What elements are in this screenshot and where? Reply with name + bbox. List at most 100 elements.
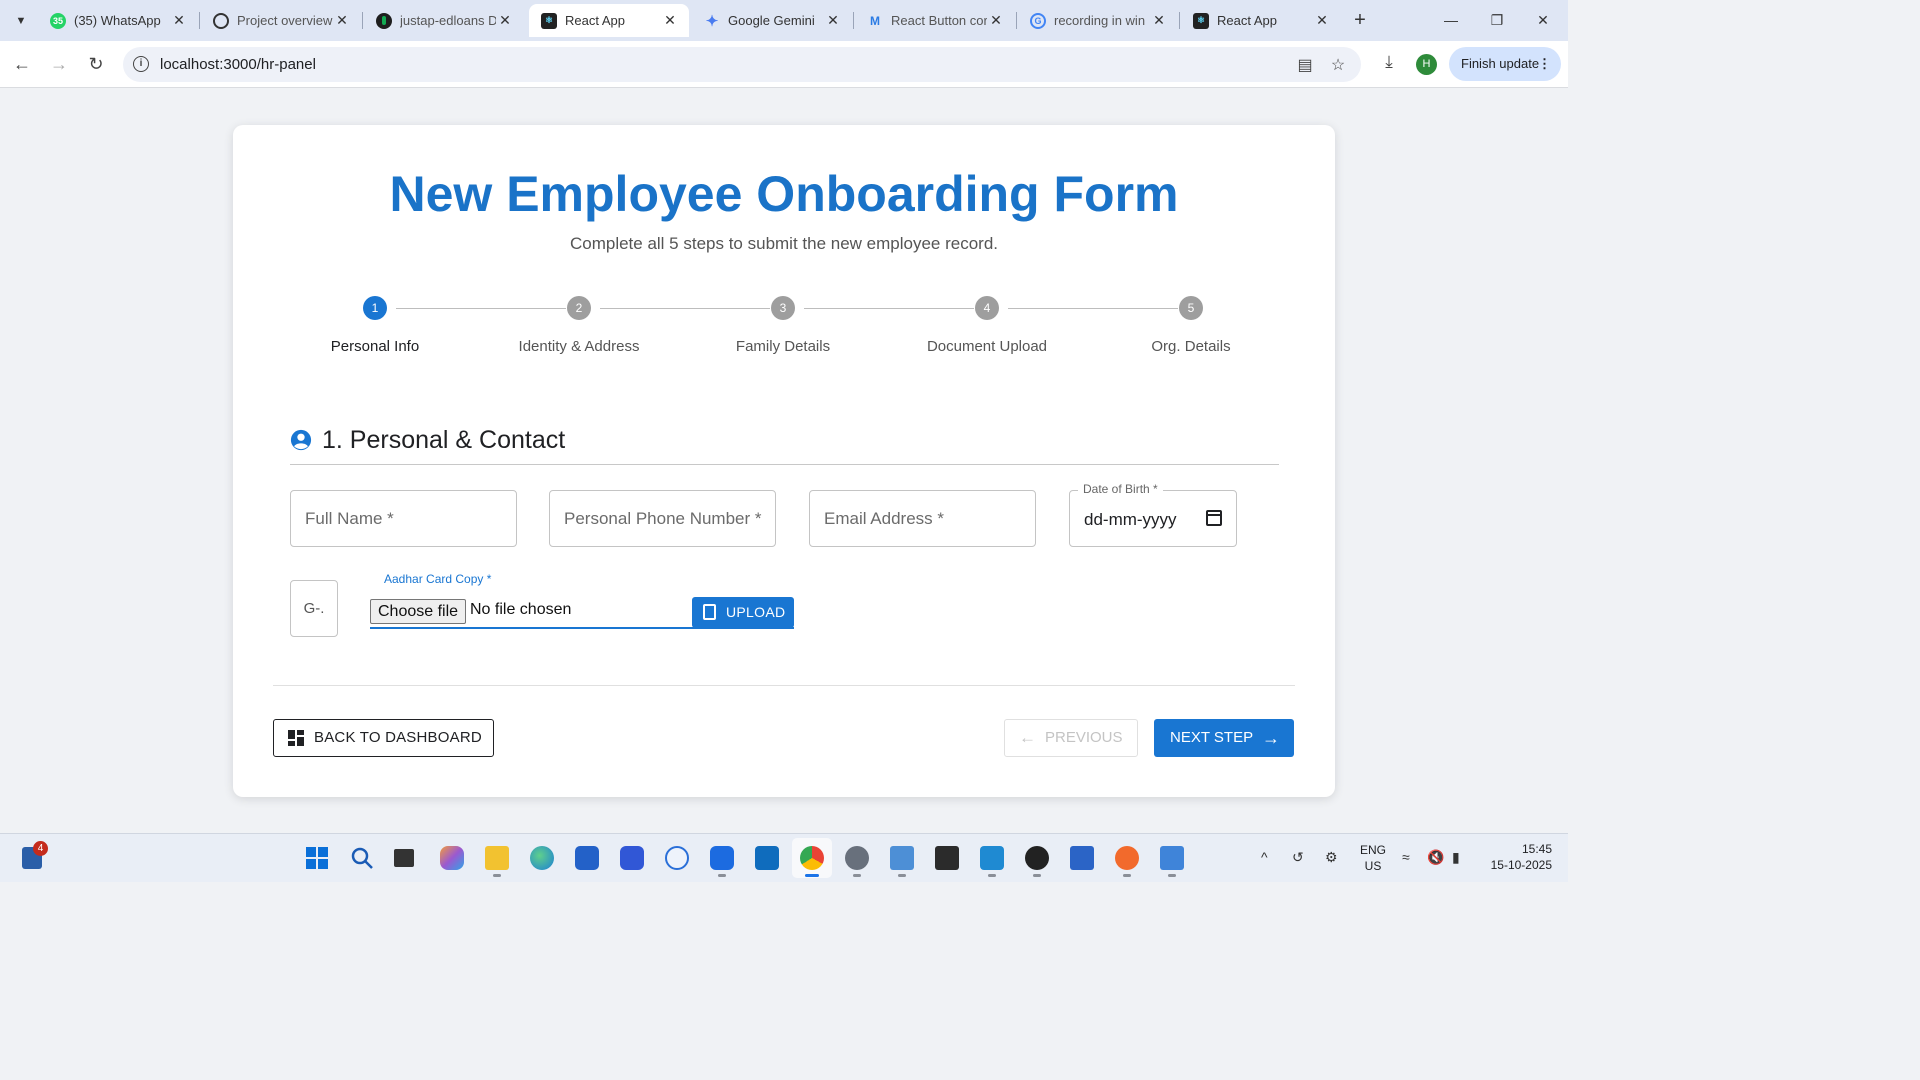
back-arrow-icon[interactable]: ← bbox=[9, 51, 35, 77]
new-tab-plus-icon[interactable]: + bbox=[1348, 8, 1372, 32]
outlook-icon[interactable] bbox=[755, 846, 779, 870]
close-icon[interactable]: ✕ bbox=[170, 12, 188, 29]
install-app-icon[interactable]: ▤ bbox=[1295, 55, 1315, 75]
full-name-placeholder: Full Name * bbox=[305, 509, 394, 528]
arrow-left-icon: ← bbox=[1019, 728, 1036, 747]
start-menu-icon[interactable] bbox=[305, 846, 329, 870]
task-view-icon[interactable] bbox=[394, 849, 414, 867]
upload-button[interactable]: UPLOAD bbox=[692, 597, 794, 628]
vscode-icon[interactable] bbox=[980, 846, 1004, 877]
next-step-button[interactable]: NEXT STEP → bbox=[1154, 719, 1294, 757]
close-icon[interactable]: ✕ bbox=[333, 12, 351, 29]
close-icon[interactable]: ✕ bbox=[987, 12, 1005, 29]
section-title: 1. Personal & Contact bbox=[322, 425, 566, 454]
store-icon[interactable] bbox=[575, 846, 599, 870]
notification-badge: 4 bbox=[33, 841, 48, 856]
file-explorer-icon[interactable] bbox=[485, 846, 509, 877]
edge-icon[interactable] bbox=[530, 846, 554, 870]
tab-whatsapp[interactable]: 35 (35) WhatsApp ✕ bbox=[38, 4, 198, 37]
onboarding-card: New Employee Onboarding Form Complete al… bbox=[233, 125, 1335, 797]
tab-title: Project overview bbox=[237, 13, 333, 28]
date-of-birth-field[interactable]: Date of Birth * dd-mm-yyyy bbox=[1069, 482, 1237, 547]
email-placeholder: Email Address * bbox=[824, 509, 944, 528]
tab-project-overview[interactable]: Project overview ✕ bbox=[201, 4, 361, 37]
vpn-tray-icon[interactable]: ⚙ bbox=[1325, 849, 1338, 866]
close-icon[interactable]: ✕ bbox=[1313, 12, 1331, 29]
remote-desktop-icon[interactable] bbox=[890, 846, 914, 877]
back-to-dashboard-label: BACK TO DASHBOARD bbox=[314, 729, 482, 746]
tab-search-chevron-icon[interactable]: ▼ bbox=[8, 8, 34, 34]
battery-icon[interactable]: ▮ bbox=[1452, 849, 1460, 866]
previous-label: PREVIOUS bbox=[1045, 729, 1123, 746]
finish-update-button[interactable]: Finish update ⋮ bbox=[1449, 47, 1561, 81]
url-text[interactable]: localhost:3000/hr-panel bbox=[160, 56, 316, 73]
wifi-icon[interactable]: ≈ bbox=[1402, 849, 1410, 865]
region-indicator[interactable]: US bbox=[1356, 859, 1390, 873]
close-icon[interactable]: ✕ bbox=[496, 12, 514, 29]
zoom-icon[interactable] bbox=[710, 846, 734, 877]
tab-react-app-2[interactable]: ⚛ React App ✕ bbox=[1181, 4, 1341, 37]
bookmark-star-icon[interactable]: ☆ bbox=[1328, 55, 1348, 75]
step-4-label: Document Upload bbox=[926, 338, 1048, 355]
postman-icon[interactable] bbox=[1115, 846, 1139, 877]
close-icon[interactable]: ✕ bbox=[661, 12, 679, 29]
page-title: New Employee Onboarding Form bbox=[389, 166, 1179, 222]
step-4-indicator[interactable]: 4 bbox=[975, 296, 999, 320]
tab-react-app-active[interactable]: ⚛ React App ✕ bbox=[529, 4, 689, 37]
copilot-icon[interactable] bbox=[440, 846, 464, 870]
sync-tray-icon[interactable]: ↺ bbox=[1292, 849, 1304, 866]
phone-placeholder: Personal Phone Number * bbox=[564, 509, 762, 528]
volume-muted-icon[interactable]: 🔇 bbox=[1427, 849, 1444, 866]
tab-title: justap-edloans D bbox=[400, 13, 496, 28]
tab-title: (35) WhatsApp bbox=[74, 13, 161, 28]
notepad-icon[interactable] bbox=[1160, 846, 1184, 877]
language-indicator[interactable]: ENG bbox=[1356, 843, 1390, 857]
email-field[interactable]: Email Address * bbox=[809, 490, 1036, 547]
back-to-dashboard-button[interactable]: BACK TO DASHBOARD bbox=[273, 719, 494, 757]
download-icon[interactable]: ⤓ bbox=[1377, 52, 1401, 76]
page-subtitle: Complete all 5 steps to submit the new e… bbox=[569, 234, 999, 253]
step-2-indicator[interactable]: 2 bbox=[567, 296, 591, 320]
search-icon[interactable] bbox=[350, 846, 374, 870]
more-menu-icon[interactable]: ⋮ bbox=[1538, 47, 1551, 81]
tab-justap-edloans[interactable]: justap-edloans D ✕ bbox=[364, 4, 524, 37]
settings-gear-icon[interactable] bbox=[845, 846, 869, 877]
address-bar[interactable]: i localhost:3000/hr-panel ▤ ☆ bbox=[123, 47, 1361, 82]
clock-date[interactable]: 15-10-2025 bbox=[1480, 858, 1552, 872]
site-info-icon[interactable]: i bbox=[133, 56, 149, 72]
key-field[interactable]: G-. bbox=[290, 580, 338, 637]
step-1-indicator[interactable]: 1 bbox=[363, 296, 387, 320]
minimize-icon[interactable]: — bbox=[1428, 6, 1474, 34]
finish-update-label: Finish update bbox=[1461, 56, 1540, 71]
tab-react-button[interactable]: M React Button cor ✕ bbox=[855, 4, 1015, 37]
mongodb-icon bbox=[376, 12, 392, 29]
window-close-icon[interactable]: ✕ bbox=[1520, 6, 1566, 34]
tab-recording[interactable]: G recording in win ✕ bbox=[1018, 4, 1178, 37]
chrome-icon[interactable] bbox=[800, 846, 824, 877]
clock-time[interactable]: 15:45 bbox=[1488, 842, 1552, 856]
forward-arrow-icon[interactable]: → bbox=[46, 51, 72, 77]
choose-file-button[interactable]: Choose file bbox=[370, 599, 467, 624]
sync-app-icon[interactable] bbox=[665, 846, 689, 870]
media-player-icon[interactable] bbox=[1025, 846, 1049, 877]
calendar-icon[interactable] bbox=[1206, 510, 1222, 526]
terminal-icon[interactable] bbox=[935, 846, 959, 870]
close-icon[interactable]: ✕ bbox=[824, 12, 842, 29]
full-name-field[interactable]: Full Name * bbox=[290, 490, 517, 547]
close-icon[interactable]: ✕ bbox=[1150, 12, 1168, 29]
stepper-connector bbox=[396, 308, 566, 309]
discord-icon[interactable] bbox=[620, 846, 644, 870]
phone-field[interactable]: Personal Phone Number * bbox=[549, 490, 776, 547]
step-1-label: Personal Info bbox=[330, 338, 420, 355]
section-divider bbox=[290, 464, 1279, 465]
tab-google-gemini[interactable]: ✦ Google Gemini ✕ bbox=[692, 4, 852, 37]
step-3-indicator[interactable]: 3 bbox=[771, 296, 795, 320]
powershell-icon[interactable] bbox=[1070, 846, 1094, 870]
profile-avatar[interactable]: H bbox=[1416, 54, 1437, 75]
step-5-indicator[interactable]: 5 bbox=[1179, 296, 1203, 320]
restore-icon[interactable]: ❐ bbox=[1474, 6, 1520, 34]
show-hidden-icons-chevron-icon[interactable]: ^ bbox=[1261, 849, 1268, 865]
stepper-connector bbox=[1008, 308, 1178, 309]
previous-button[interactable]: ← PREVIOUS bbox=[1004, 719, 1138, 757]
reload-icon[interactable]: ↻ bbox=[83, 51, 109, 77]
